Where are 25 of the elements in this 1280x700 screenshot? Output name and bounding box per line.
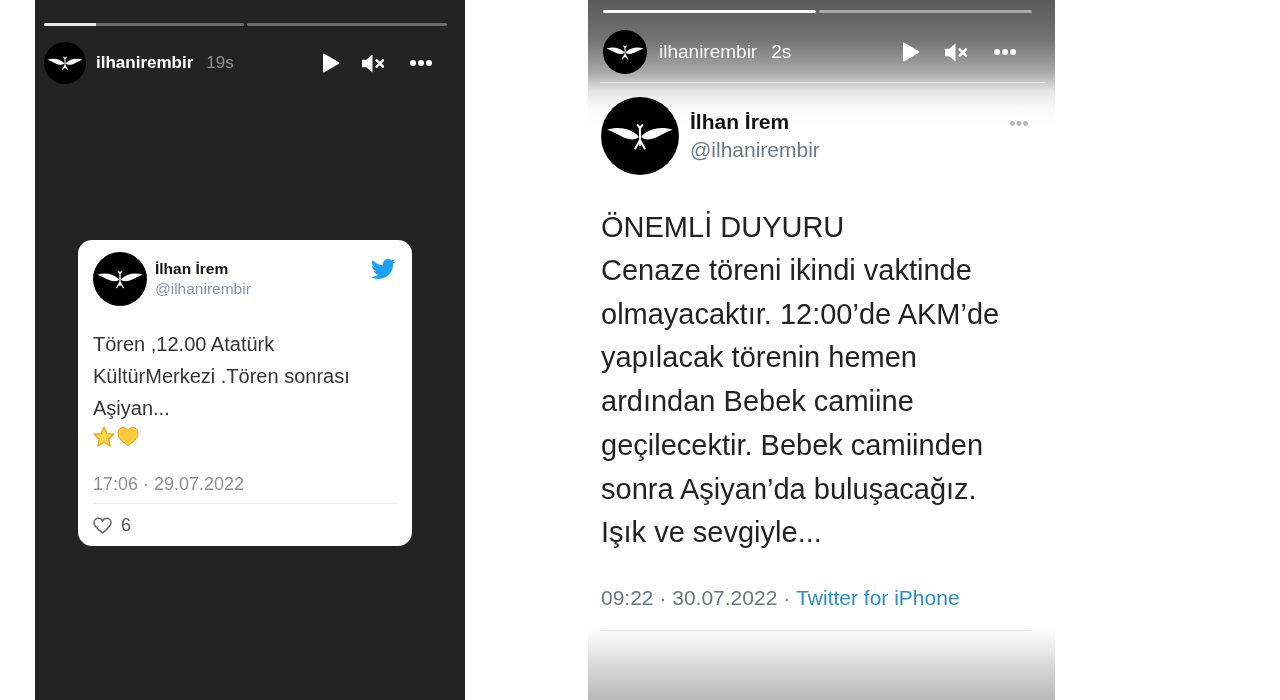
wings-avatar-icon — [601, 97, 679, 175]
post-age: 19s — [206, 53, 234, 73]
tweet-text: Tören ,12.00 Atatürk KültürMerkezi .Tören sonrası Aşiyan... — [93, 332, 351, 421]
author-handle: @ilhanirembir — [155, 279, 251, 299]
author-name: İlhan İrem — [690, 109, 790, 135]
wings-avatar-icon — [93, 252, 147, 306]
wings-avatar-icon[interactable] — [44, 42, 86, 84]
mute-icon[interactable] — [362, 53, 384, 73]
more-icon[interactable] — [410, 60, 432, 66]
source-link[interactable]: Twitter for iPhone — [796, 582, 960, 613]
play-icon[interactable] — [322, 53, 340, 73]
author-handle: @ilhanirembir — [690, 137, 820, 163]
username-link[interactable]: ilhanirembir — [659, 41, 758, 63]
tweet-heading: ÖNEMLİ DUYURU — [601, 210, 845, 245]
tweet-timestamp: 09:22 · 30.07.2022 · — [601, 584, 791, 611]
star-icon — [93, 426, 115, 447]
tweet-timestamp: 17:06 · 29.07.2022 — [93, 474, 245, 494]
tweet-text: Cenaze töreni ikindi vaktinde olmayacaktır. 12:00’de AKM’de yapılacak törenin hemen ardından Bebek camiine geçilecektir. Bebek camiinden sonra Aşiyan’da buluşacağız. Işık ve sevgiyle... — [601, 253, 1001, 551]
author-name: İlhan İrem — [155, 259, 229, 279]
heart-icon — [117, 426, 139, 447]
username-link[interactable]: ilhanirembir — [96, 53, 194, 73]
post-age: 2s — [771, 41, 792, 63]
like-count: 6 — [121, 514, 131, 536]
like-icon[interactable] — [93, 516, 112, 534]
wings-avatar-icon[interactable] — [603, 30, 647, 74]
